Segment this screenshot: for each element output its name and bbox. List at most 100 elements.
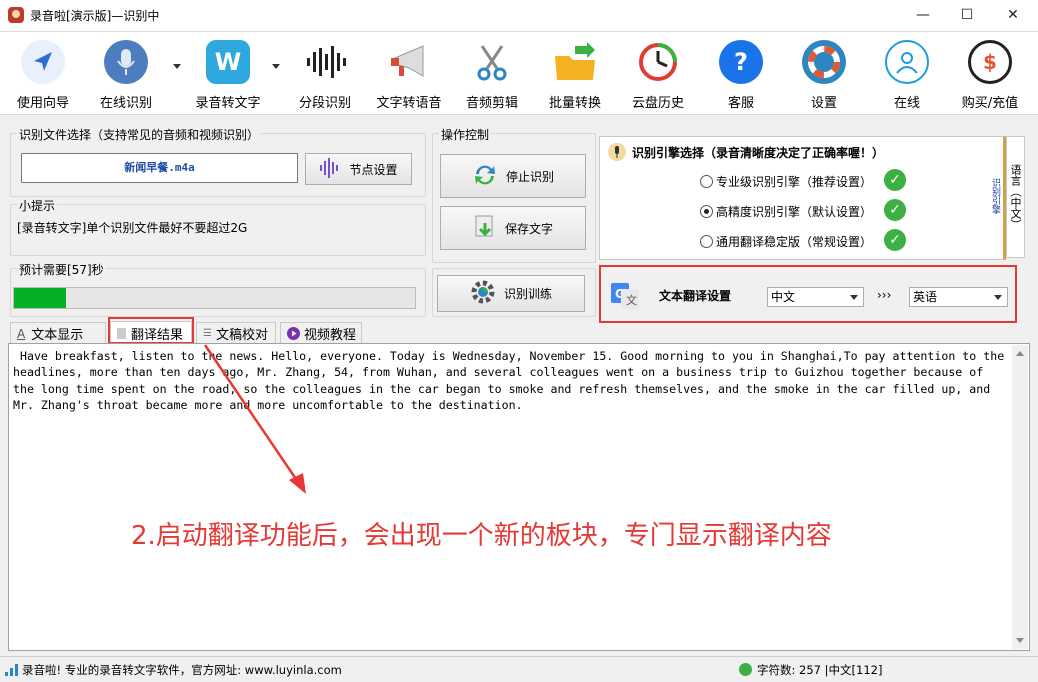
toolbar-segment-recognition-button[interactable]: 分段识别 [292, 32, 358, 114]
list-icon: ☰ [203, 328, 212, 339]
tab-label: 视频教程 [304, 328, 357, 343]
toolbar-batch-convert-button[interactable]: 批量转换 [542, 32, 608, 114]
title-bar: 录音啦[演示版]—识别中 — ☐ ✕ [0, 0, 1038, 32]
chevron-down-icon [994, 295, 1002, 300]
tab-proofread[interactable]: ☰ 文稿校对 [196, 322, 276, 344]
checkmark-icon: ✓ [884, 169, 906, 191]
radio-button-checked[interactable] [700, 204, 713, 218]
target-language-select[interactable]: 英语 [909, 287, 1008, 307]
engine-option-professional[interactable]: 专业级识别引擎（推荐设置） [700, 171, 872, 191]
engine-side-tab[interactable]: 识别引擎 [986, 168, 1002, 224]
tab-highlight-box [108, 317, 194, 344]
stop-recognition-button[interactable]: 停止识别 [440, 154, 586, 198]
translation-result-text: Have breakfast, listen to the news. Hell… [13, 349, 1012, 412]
engine-option-label: 专业级识别引擎（推荐设置） [716, 174, 873, 189]
clock-history-icon [636, 40, 680, 84]
radio-button[interactable] [700, 234, 713, 248]
hint-legend: 小提示 [17, 197, 58, 214]
translation-settings-panel: G文 文本翻译设置 中文 ››› 英语 [599, 265, 1017, 323]
tab-video-tutorial[interactable]: 视频教程 [280, 322, 362, 344]
status-char-count: 字符数: 257 |中文[112] [757, 663, 883, 677]
recognition-progress-bar [13, 287, 416, 309]
refresh-icon [472, 162, 498, 191]
node-settings-button[interactable]: 节点设置 [305, 153, 412, 185]
file-select-legend: 识别文件选择（支持常见的音频和视频识别） [17, 126, 262, 143]
translation-settings-label: 文本翻译设置 [659, 289, 732, 303]
stop-recognition-label: 停止识别 [505, 169, 554, 184]
scroll-down-icon[interactable] [1016, 638, 1024, 643]
toolbar-settings-button[interactable]: 设置 [791, 32, 857, 114]
google-translate-icon: G文 [611, 283, 639, 309]
vertical-scrollbar[interactable] [1012, 345, 1028, 649]
radio-button[interactable] [700, 174, 713, 188]
chevron-down-icon [850, 295, 858, 300]
toolbar-audio-to-text-button[interactable]: W 录音转文字 [190, 32, 266, 114]
operations-legend: 操作控制 [439, 126, 492, 143]
annotation-text: 2.启动翻译功能后，会出现一个新的板块，专门显示翻译内容 [131, 521, 832, 551]
toolbar-cloud-history-label: 云盘历史 [631, 96, 684, 111]
megaphone-icon [387, 40, 431, 84]
text-format-icon: A [17, 326, 26, 341]
translation-direction-arrows: ››› [877, 288, 892, 302]
toolbar-audio-edit-button[interactable]: 音频剪辑 [459, 32, 525, 114]
toolbar-segment-recognition-label: 分段识别 [298, 96, 351, 111]
window-title: 录音啦[演示版]—识别中 [30, 9, 160, 23]
toolbar-guide-button[interactable]: 使用向导 [10, 32, 76, 114]
toolbar-text-to-speech-label: 文字转语音 [376, 96, 442, 111]
estimated-time-legend: 预计需要[57]秒 [17, 261, 106, 278]
question-icon: ? [719, 40, 763, 84]
waveform-icon [303, 40, 347, 84]
status-bar: 录音啦! 专业的录音转文字软件，官方网址: www.luyinla.com 字符… [0, 656, 1038, 682]
toolbar-batch-convert-label: 批量转换 [548, 96, 601, 111]
navigation-arrow-icon [21, 40, 65, 84]
toolbar-cloud-history-button[interactable]: 云盘历史 [625, 32, 691, 114]
scroll-up-icon[interactable] [1016, 351, 1024, 356]
lifebuoy-icon [802, 40, 846, 84]
user-icon [885, 40, 929, 84]
toolbar-purchase-label: 购买/充值 [961, 96, 1019, 111]
translation-result-textarea[interactable]: Have breakfast, listen to the news. Hell… [8, 343, 1030, 651]
w-letter-icon: W [206, 40, 250, 84]
maximize-button[interactable]: ☐ [944, 0, 990, 31]
engine-option-label: 通用翻译稳定版（常规设置） [716, 234, 873, 249]
toolbar-online-label: 在线 [893, 96, 920, 111]
source-language-select[interactable]: 中文 [767, 287, 864, 307]
scissors-icon [470, 40, 514, 84]
close-button[interactable]: ✕ [990, 0, 1036, 31]
toolbar-guide-label: 使用向导 [16, 96, 69, 111]
node-settings-label: 节点设置 [349, 162, 398, 177]
toolbar-online-recognition-button[interactable]: 在线识别 [93, 32, 159, 114]
gear-icon [470, 279, 496, 308]
chevron-down-icon[interactable] [272, 64, 280, 69]
engine-option-high-precision[interactable]: 高精度识别引擎（默认设置） [700, 201, 872, 221]
toolbar-online-button[interactable]: 在线 [874, 32, 940, 114]
checkmark-icon: ✓ [884, 199, 906, 221]
language-side-tab[interactable]: 语言（中文） [1006, 136, 1025, 258]
minimize-button[interactable]: — [900, 0, 946, 31]
toolbar-purchase-button[interactable]: $ 购买/充值 [955, 32, 1025, 114]
toolbar-online-recognition-label: 在线识别 [99, 96, 152, 111]
selected-file-field[interactable]: 新闻早餐.m4a [21, 153, 298, 183]
folder-arrow-icon [553, 40, 597, 84]
save-text-label: 保存文字 [504, 221, 553, 236]
waveform-icon [319, 157, 341, 181]
chevron-down-icon[interactable] [173, 64, 181, 69]
cloud-check-icon [739, 663, 752, 676]
svg-text:文: 文 [626, 293, 637, 307]
recognition-training-button[interactable]: 识别训练 [437, 275, 585, 312]
checkmark-icon: ✓ [884, 229, 906, 251]
microphone-icon [608, 143, 626, 161]
progress-fill [14, 288, 67, 308]
engine-selection-title: 识别引擎选择（录音清晰度决定了正确率喔！） [632, 146, 885, 160]
microphone-icon [104, 40, 148, 84]
target-language-value: 英语 [913, 290, 938, 304]
toolbar-audio-edit-label: 音频剪辑 [465, 96, 518, 111]
toolbar-support-button[interactable]: ? 客服 [708, 32, 774, 114]
recognition-training-label: 识别训练 [503, 287, 552, 301]
app-logo-icon [8, 7, 24, 23]
tab-text-display[interactable]: A 文本显示 [10, 322, 106, 344]
engine-option-general-translate[interactable]: 通用翻译稳定版（常规设置） [700, 231, 872, 251]
toolbar-text-to-speech-button[interactable]: 文字转语音 [372, 32, 446, 114]
hint-text: [录音转文字]单个识别文件最好不要超过2G [17, 221, 248, 235]
save-text-button[interactable]: 保存文字 [440, 206, 586, 250]
